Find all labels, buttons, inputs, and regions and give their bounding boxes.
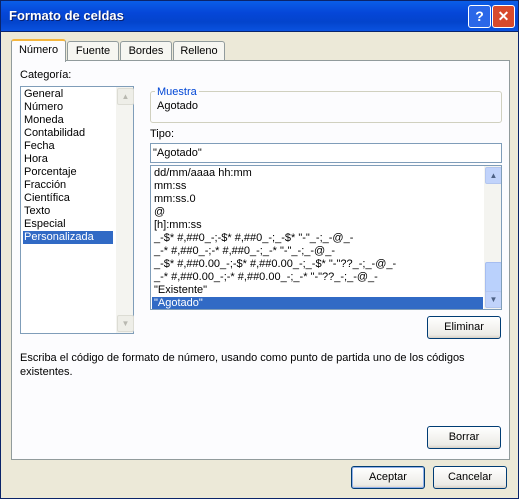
borrar-button-label: Borrar [448, 431, 480, 443]
tab-relleno[interactable]: Relleno [173, 41, 225, 60]
scroll-up-arrow-icon[interactable]: ▲ [117, 88, 134, 105]
categoria-item[interactable]: Texto [23, 205, 113, 218]
tipo-format-list[interactable]: dd/mm/aaaa hh:mm mm:ss mm:ss.0 @ [h]:mm:ss _-… [150, 165, 502, 310]
tab-numero[interactable]: Número [11, 39, 66, 62]
format-code-item[interactable]: mm:ss.0 [152, 193, 483, 206]
help-button[interactable]: ? [468, 5, 491, 28]
format-code-item[interactable]: _-$* #,##0_-;-$* #,##0_-;_-$* "-"_-;_-@_… [152, 232, 483, 245]
close-button[interactable]: ✕ [492, 5, 515, 28]
categoria-item[interactable]: General [23, 88, 113, 101]
format-code-item[interactable]: [h]:mm:ss [152, 219, 483, 232]
scroll-thumb[interactable] [485, 262, 501, 294]
tipo-scrollbar[interactable]: ▲ ▼ [484, 166, 501, 309]
muestra-title: Muestra [155, 86, 199, 98]
format-code-item[interactable]: "Existente" [152, 284, 483, 297]
aceptar-button-label: Aceptar [369, 471, 407, 483]
categoria-item[interactable]: Especial [23, 218, 113, 231]
categoria-item[interactable]: Número [23, 101, 113, 114]
tab-fuente[interactable]: Fuente [67, 41, 119, 60]
categoria-item[interactable]: Porcentaje [23, 166, 113, 179]
categoria-item[interactable]: Hora [23, 153, 113, 166]
muestra-value: Agotado [157, 100, 198, 112]
categoria-item[interactable]: Fecha [23, 140, 113, 153]
categoria-list[interactable]: General Número Moneda Contabilidad Fecha Hora… [20, 86, 134, 334]
borrar-button[interactable]: Borrar [427, 426, 501, 449]
scroll-up-arrow-icon[interactable]: ▲ [485, 167, 501, 184]
categoria-item[interactable]: Moneda [23, 114, 113, 127]
format-code-item[interactable]: _-* #,##0.00_-;-* #,##0.00_-;_-* "-"??_-… [152, 271, 483, 284]
format-code-item[interactable]: _-* #,##0_-;-* #,##0_-;_-* "-"_-;_-@_- [152, 245, 483, 258]
tipo-format-items: dd/mm/aaaa hh:mm mm:ss mm:ss.0 @ [h]:mm:ss _-… [152, 167, 483, 309]
format-code-item[interactable]: dd/mm/aaaa hh:mm [152, 167, 483, 180]
scroll-down-arrow-icon[interactable]: ▼ [485, 291, 501, 308]
format-code-item[interactable]: @ [152, 206, 483, 219]
cancelar-button-label: Cancelar [447, 471, 493, 483]
help-description: Escriba el código de formato de número, … [20, 352, 465, 378]
aceptar-button[interactable]: Aceptar [351, 466, 425, 489]
window-title: Formato de celdas [9, 8, 124, 23]
tab-bordes[interactable]: Bordes [120, 41, 172, 60]
categoria-scrollbar[interactable]: ▲ ▼ [116, 87, 134, 333]
tipo-label: Tipo: [150, 128, 175, 140]
numero-tab-panel: Categoría: General Número Moneda Contabilid… [11, 60, 510, 460]
format-code-item[interactable]: "Agotado" [152, 297, 483, 309]
eliminar-button-label: Eliminar [444, 321, 484, 333]
categoria-item[interactable]: Contabilidad [23, 127, 113, 140]
categoria-items: General Número Moneda Contabilidad Fecha Hora… [23, 88, 113, 244]
categoria-label: Categoría: [20, 69, 72, 81]
title-bar[interactable]: Formato de celdas ? ✕ [1, 1, 518, 32]
categoria-item[interactable]: Fracción [23, 179, 113, 192]
eliminar-button[interactable]: Eliminar [427, 316, 501, 339]
categoria-item[interactable]: Personalizada [23, 231, 113, 244]
tipo-input[interactable]: "Agotado" [150, 143, 502, 163]
format-code-item[interactable]: mm:ss [152, 180, 483, 193]
format-code-item[interactable]: _-$* #,##0.00_-;-$* #,##0.00_-;_-$* "-"?… [152, 258, 483, 271]
format-cells-dialog: Formato de celdas ? ✕ Número Fuente Bord… [0, 0, 519, 499]
categoria-item[interactable]: Científica [23, 192, 113, 205]
scroll-down-arrow-icon[interactable]: ▼ [117, 315, 134, 332]
cancelar-button[interactable]: Cancelar [433, 466, 507, 489]
muestra-group: Agotado [150, 91, 502, 123]
